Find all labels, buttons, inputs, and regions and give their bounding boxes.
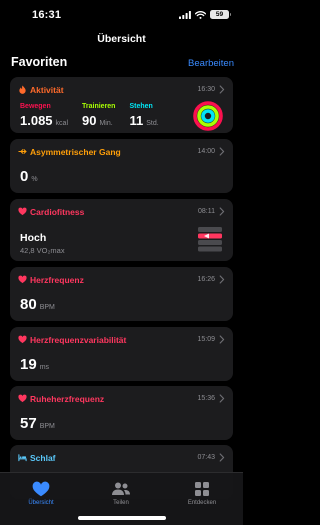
card-title: Asymmetrischer Gang (30, 146, 121, 157)
cardio-level-icon (198, 227, 222, 252)
card-header: Schlaf 07:43 (18, 452, 225, 463)
status-time: 16:31 (32, 9, 62, 21)
resting-heart-rate-metric: 57 BPM (20, 415, 55, 432)
card-header: Aktivität 16:30 (18, 84, 225, 95)
move-label: Bewegen (20, 103, 51, 110)
heart-icon (18, 335, 27, 344)
stand-value: 11 (129, 113, 144, 128)
move-value: 1.085 (20, 113, 53, 128)
resting-heart-rate-unit: BPM (39, 423, 55, 430)
heart-icon (18, 207, 27, 216)
cellular-signal-icon (179, 10, 191, 19)
hrv-unit: ms (39, 364, 50, 371)
activity-metrics: Bewegen 1.085 kcal Trainieren 90 Min. St… (20, 103, 159, 128)
resting-heart-rate-value: 57 (20, 415, 37, 432)
card-header: Ruheherzfrequenz 15:36 (18, 393, 225, 404)
exercise-value: 90 (82, 113, 97, 128)
card-title: Ruheherzfrequenz (30, 393, 105, 404)
card-title: Cardiofitness (30, 206, 85, 217)
cardio-level: Hoch (20, 232, 47, 244)
card-title: Aktivität (30, 84, 64, 95)
stand-unit: Std. (146, 120, 159, 127)
chevron-right-icon (219, 335, 225, 344)
card-header: Herzfrequenz 16:26 (18, 274, 225, 285)
tab-browse[interactable]: Entdecken (167, 481, 237, 506)
status-icons: 59 (179, 10, 231, 19)
card-time: 14:00 (197, 148, 215, 155)
exercise-label: Trainieren (82, 103, 116, 110)
gait-unit: % (31, 176, 38, 183)
battery-level: 59 (215, 11, 224, 18)
hrv-card[interactable]: Herzfrequenzvariabilität 15:09 19 ms (10, 327, 233, 381)
heart-icon (32, 481, 50, 497)
stand-label: Stehen (129, 103, 153, 110)
heart-icon (18, 275, 27, 284)
chevron-right-icon (219, 275, 225, 284)
activity-card[interactable]: Aktivität 16:30 Bewegen 1.085 kcal Train… (10, 77, 233, 133)
card-time: 15:36 (197, 395, 215, 402)
card-title: Herzfrequenz (30, 274, 84, 285)
heart-rate-card[interactable]: Herzfrequenz 16:26 80 BPM (10, 267, 233, 321)
cardio-vo2max: 42,8 VO₂max (20, 246, 65, 255)
exercise-unit: Min. (99, 120, 113, 127)
gait-metric: 0 % (20, 168, 38, 185)
cardio-card[interactable]: Cardiofitness 08:11 Hoch 42,8 VO₂max (10, 199, 233, 261)
section-title: Favoriten (11, 55, 68, 69)
card-header: Asymmetrischer Gang 14:00 (18, 146, 225, 157)
chevron-right-icon (219, 85, 225, 94)
battery-icon: 59 (210, 10, 231, 19)
card-time: 07:43 (197, 454, 215, 461)
status-bar: 16:31 59 (0, 0, 243, 26)
chevron-right-icon (219, 394, 225, 403)
hrv-value: 19 (20, 356, 37, 373)
people-icon (112, 482, 130, 495)
heart-rate-value: 80 (20, 296, 37, 313)
card-header: Herzfrequenzvariabilität 15:09 (18, 334, 225, 345)
gait-card[interactable]: Asymmetrischer Gang 14:00 0 % (10, 139, 233, 193)
card-title: Herzfrequenzvariabilität (30, 334, 127, 345)
heart-icon (18, 394, 27, 403)
activity-rings-icon (193, 101, 223, 131)
stand-metric: Stehen 11 Std. (129, 103, 158, 128)
heart-rate-unit: BPM (39, 304, 55, 311)
hrv-metric: 19 ms (20, 356, 49, 373)
tab-sharing-label: Teilen (113, 500, 129, 506)
card-time: 08:11 (198, 208, 215, 215)
edit-button[interactable]: Bearbeiten (188, 58, 234, 69)
card-time: 16:26 (197, 276, 215, 283)
chevron-right-icon (219, 147, 225, 156)
card-title: Schlaf (30, 452, 56, 463)
grid-icon (195, 482, 209, 496)
exercise-metric: Trainieren 90 Min. (82, 103, 115, 128)
move-metric: Bewegen 1.085 kcal (20, 103, 68, 128)
favorites-header: Favoriten Bearbeiten (11, 55, 234, 71)
chevron-right-icon (219, 207, 225, 216)
card-time: 15:09 (197, 336, 215, 343)
home-indicator (78, 516, 166, 520)
tab-sharing[interactable]: Teilen (86, 481, 156, 506)
wifi-icon (195, 10, 206, 19)
nav-title: Übersicht (97, 33, 146, 45)
tab-summary[interactable]: Übersicht (6, 481, 76, 506)
chevron-right-icon (219, 453, 225, 462)
gait-value: 0 (20, 168, 29, 185)
tab-summary-label: Übersicht (28, 500, 54, 506)
card-time: 16:30 (197, 86, 215, 93)
tab-browse-label: Entdecken (187, 500, 217, 506)
heart-rate-metric: 80 BPM (20, 296, 55, 313)
flame-icon (19, 85, 26, 94)
move-unit: kcal (55, 120, 68, 127)
bed-icon (18, 454, 27, 462)
resting-heart-rate-card[interactable]: Ruheherzfrequenz 15:36 57 BPM (10, 386, 233, 440)
walking-asymmetry-icon (18, 149, 27, 154)
card-header: Cardiofitness 08:11 (18, 206, 225, 217)
